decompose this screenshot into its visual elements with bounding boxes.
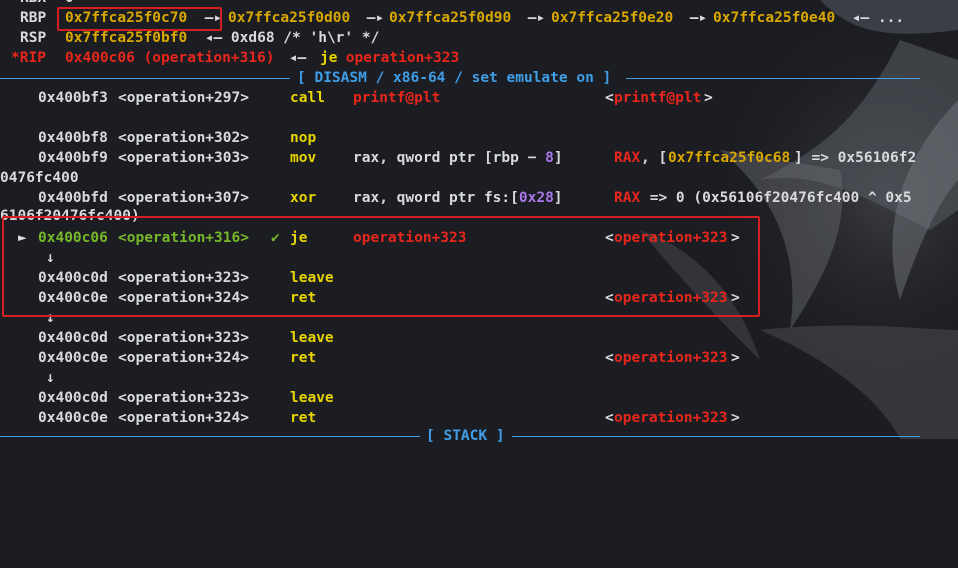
instr-address: 0x400bfd [38,190,108,206]
flow-arrow-line: ↓ [0,368,55,388]
comment-register: RAX [614,150,641,166]
instr-address: 0x400c0d [38,330,108,346]
terminal-window: RBX 0 RBP 0x7ffca25f0c70 —▸ 0x7ffca25f0d… [0,0,958,444]
instr-symbol: <operation+297> [118,90,249,106]
header-rule-left [0,78,290,79]
header-rule-right [512,436,920,437]
header-rule-right [626,78,920,79]
register-rip-line: *RIP 0x400c06 (operation+316) ◂— je oper… [0,48,459,68]
register-rip-label: *RIP [11,50,46,66]
comment-symbol: printf@plt [614,90,702,106]
disasm-line: 0x400bf8 <operation+302> nop [0,128,316,148]
comment-bracket: > [731,350,740,366]
chain-arrow: —▸ [681,10,716,26]
down-arrow-icon: ↓ [46,370,55,386]
instr-mnemonic: ret [290,410,317,426]
operand-text: rax, qword ptr fs:[ [353,190,519,206]
disasm-line: 0x400bf9 <operation+303> mov rax, qword … [0,148,916,168]
disasm-line: 0x400c0d <operation+323> leave [0,388,334,408]
instr-symbol: <operation+307> [118,190,249,206]
stack-header-title: [ STACK ] [426,428,505,444]
register-rsp-value: 0x7ffca25f0bf0 [65,30,188,46]
comment-address: 0x7ffca25f0c68 [668,150,791,166]
comment-text: => 0 (0x56106f20476fc400 ^ 0x5 [641,190,912,206]
instr-mnemonic: leave [290,330,334,346]
instr-address: 0x400bf9 [38,150,108,166]
instr-symbol: <operation+303> [118,150,249,166]
instr-mnemonic: call [290,90,325,106]
comment-register: RAX [614,190,641,206]
disasm-line: 0x400c0d <operation+323> leave [0,328,334,348]
instr-operand: printf@plt [353,90,441,106]
instr-mnemonic: nop [290,130,317,146]
instr-symbol: <operation+302> [118,130,249,146]
instr-symbol: <operation+323> [118,390,249,406]
chain-tail: ◂— ... [843,10,905,26]
operand-text: rax, qword ptr [rbp [353,150,528,166]
chain-pointer: 0x7ffca25f0e20 [551,10,674,26]
instr-address: 0x400c0e [38,350,108,366]
rbp-highlight-box [57,7,222,31]
instr-address: 0x400c0d [38,390,108,406]
header-rule-left [0,436,420,437]
chain-arrow: —▸ [519,10,554,26]
operand-number: 8 [545,150,554,166]
disasm-line: 0x400bf3 <operation+297> call printf@plt… [0,88,713,108]
disasm-line: 0x400bfd <operation+307> xor rax, qword … [0,188,912,208]
disasm-header-title: [ DISASM / x86-64 / set emulate on ] [297,70,612,86]
operand-number: 0x28 [518,190,554,206]
chain-pointer: 0x7ffca25f0e40 [713,10,836,26]
instr-mnemonic: mov [290,150,317,166]
disasm-line: 0x400c0e <operation+324> ret < operation… [0,408,740,428]
comment-bracket: < [605,90,614,106]
instr-mnemonic: ret [290,350,317,366]
instr-mnemonic: leave [290,390,334,406]
instr-address: 0x400bf3 [38,90,108,106]
instr-address: 0x400bf8 [38,130,108,146]
disasm-section-header: [ DISASM / x86-64 / set emulate on ] [0,68,920,88]
comment-bracket: < [605,350,614,366]
register-rbx-label: RBX [20,0,46,8]
register-rbp-label: RBP [20,10,47,26]
instr-mnemonic: xor [290,190,317,206]
register-rbx-line: RBX 0 [0,0,74,8]
disasm-line: 0x400c0e <operation+324> ret < operation… [0,348,740,368]
comment-symbol: operation+323 [614,410,728,426]
chain-pointer: 0x7ffca25f0d90 [389,10,512,26]
comment-bracket: < [605,410,614,426]
instr-operand: rax, qword ptr fs:[0x28] [353,188,563,208]
operand-text [536,150,545,166]
register-rsp-label: RSP [20,30,47,46]
instr-operand: rax, qword ptr [rbp − 8] [353,148,563,168]
wrapped-text: 0476fc400 [0,170,79,186]
register-rsp-annotation: ◂— 0xd68 /* 'h\r' */ [196,30,380,46]
register-rbp-line: RBP 0x7ffca25f0c70 —▸ 0x7ffca25f0d00 —▸ … [0,8,904,28]
stack-section-header: [ STACK ] [0,426,920,446]
chain-pointer: 0x7ffca25f0d00 [228,10,351,26]
register-rip-value: 0x400c06 (operation+316) [65,50,275,66]
branch-highlight-box [2,216,760,317]
rip-arrow: ◂— [280,50,315,66]
rip-instruction: je [320,50,338,66]
operand-text: ] [553,150,563,166]
chain-arrow: —▸ [358,10,393,26]
comment-bracket: > [704,90,713,106]
instr-symbol: <operation+324> [118,410,249,426]
comment-text: ] => 0x56106f2 [794,150,917,166]
instr-symbol: <operation+323> [118,330,249,346]
comment-text: , [ [641,150,668,166]
disasm-wrap-line: 0476fc400 [0,168,79,188]
instr-address: 0x400c0e [38,410,108,426]
comment-bracket: > [731,410,740,426]
instr-symbol: <operation+324> [118,350,249,366]
register-rsp-line: RSP 0x7ffca25f0bf0 ◂— 0xd68 /* 'h\r' */ [0,28,379,48]
operand-text: ] [553,190,563,206]
rip-target: operation+323 [337,50,460,66]
comment-symbol: operation+323 [614,350,728,366]
